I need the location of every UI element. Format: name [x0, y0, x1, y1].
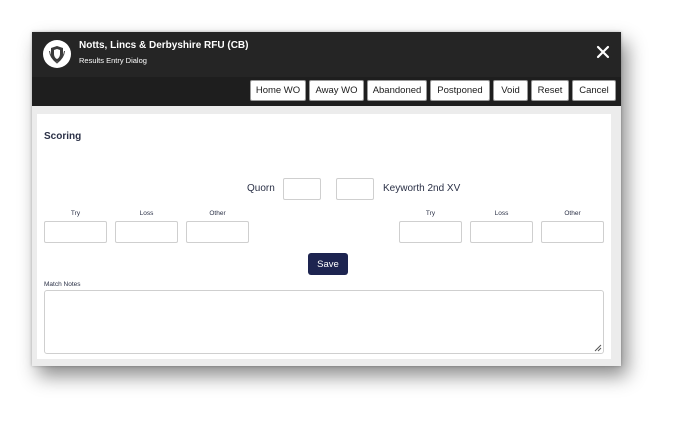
reset-button[interactable]: Reset	[531, 80, 569, 101]
cancel-button[interactable]: Cancel	[572, 80, 616, 101]
away-score-input[interactable]	[336, 178, 374, 200]
away-try-label: Try	[425, 210, 436, 217]
home-try-label: Try	[70, 210, 81, 217]
dialog-title: Notts, Lincs & Derbyshire RFU (CB)	[79, 40, 249, 51]
dialog-subtitle: Results Entry Dialog	[79, 56, 147, 65]
scoring-heading: Scoring	[44, 131, 82, 142]
match-notes-textarea[interactable]	[44, 290, 604, 354]
close-icon[interactable]	[595, 44, 611, 60]
home-other-input[interactable]	[186, 221, 249, 243]
abandoned-button[interactable]: Abandoned	[367, 80, 427, 101]
away-loss-input[interactable]	[470, 221, 533, 243]
home-other-label: Other	[209, 210, 226, 217]
scoring-panel: Scoring Quorn Keyworth 2nd XV Try Loss O…	[37, 114, 611, 359]
results-entry-dialog: Notts, Lincs & Derbyshire RFU (CB) Resul…	[32, 32, 621, 366]
save-button[interactable]: Save	[308, 253, 348, 275]
home-loss-label: Loss	[139, 210, 154, 217]
away-other-input[interactable]	[541, 221, 604, 243]
away-loss-label: Loss	[494, 210, 509, 217]
away-other-label: Other	[564, 210, 581, 217]
dialog-titlebar: Notts, Lincs & Derbyshire RFU (CB) Resul…	[32, 32, 621, 78]
home-loss-input[interactable]	[115, 221, 178, 243]
postponed-button[interactable]: Postponed	[430, 80, 490, 101]
home-wo-button[interactable]: Home WO	[250, 80, 306, 101]
match-notes-label: Match Notes	[44, 281, 81, 288]
resize-grip-icon[interactable]	[593, 343, 602, 352]
home-team-name: Quorn	[247, 183, 275, 194]
away-team-name: Keyworth 2nd XV	[383, 183, 461, 194]
void-button[interactable]: Void	[493, 80, 528, 101]
home-try-input[interactable]	[44, 221, 107, 243]
away-try-input[interactable]	[399, 221, 462, 243]
away-wo-button[interactable]: Away WO	[309, 80, 364, 101]
home-score-input[interactable]	[283, 178, 321, 200]
crest-icon	[43, 40, 71, 68]
action-toolbar: Home WO Away WO Abandoned Postponed Void…	[32, 77, 621, 106]
